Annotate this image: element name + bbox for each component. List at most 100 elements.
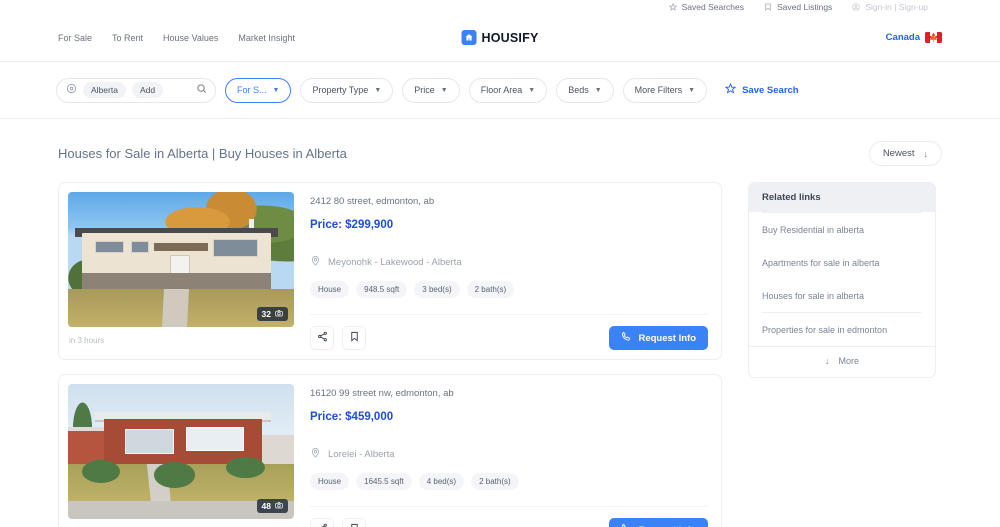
filter-beds[interactable]: Beds ▼ bbox=[556, 77, 614, 103]
camera-icon bbox=[275, 309, 283, 319]
bookmark-icon bbox=[349, 521, 360, 527]
photo-count-value: 32 bbox=[261, 309, 271, 319]
related-links-panel: Related links Buy Residential in alberta… bbox=[748, 182, 936, 378]
share-icon bbox=[317, 329, 328, 347]
filter-for-sale-label: For S... bbox=[237, 85, 267, 95]
chevron-down-icon: ▼ bbox=[528, 86, 536, 94]
nav-item-market-insight[interactable]: Market Insight bbox=[238, 33, 295, 43]
listing-photo[interactable]: 32 bbox=[68, 192, 294, 327]
related-link[interactable]: Buy Residential in alberta bbox=[762, 213, 922, 246]
photo-count-value: 48 bbox=[261, 501, 271, 511]
listing-card[interactable]: 48 in 3 hours bbox=[58, 374, 722, 527]
listing-address: 16120 99 street nw, edmonton, ab bbox=[310, 388, 454, 399]
location-pin-icon bbox=[310, 445, 321, 463]
save-listing-button[interactable] bbox=[342, 518, 366, 527]
nav-item-to-rent[interactable]: To Rent bbox=[112, 33, 143, 43]
related-link[interactable]: Houses for sale in alberta bbox=[762, 279, 922, 312]
photo-count-badge: 48 bbox=[256, 499, 288, 513]
listing-card[interactable]: 32 in 3 hours 2412 80 street, edmonton, … bbox=[58, 182, 722, 360]
save-search-button[interactable]: Save Search bbox=[724, 82, 799, 97]
nav-item-house-values[interactable]: House Values bbox=[163, 33, 218, 43]
camera-icon bbox=[275, 501, 283, 511]
search-input[interactable]: Alberta Add bbox=[56, 77, 216, 103]
listing-location: Lorelei - Alberta bbox=[328, 448, 395, 460]
user-icon bbox=[852, 3, 860, 11]
save-search-label: Save Search bbox=[742, 84, 799, 96]
sign-in-sign-up-link[interactable]: Sign-in | Sign-up bbox=[852, 2, 928, 12]
canada-flag-icon: 🍁 bbox=[925, 32, 942, 43]
tag-beds: 4 bed(s) bbox=[418, 473, 465, 490]
page-title: Houses for Sale in Alberta | Buy Houses … bbox=[58, 146, 347, 161]
logo-text: HOUSIFY bbox=[481, 30, 539, 45]
listing-results: 32 in 3 hours 2412 80 street, edmonton, … bbox=[58, 182, 722, 527]
listing-details: 2412 80 street, edmonton, ab Price: $299… bbox=[294, 192, 712, 350]
save-listing-button[interactable] bbox=[342, 326, 366, 350]
content-area: Houses for Sale in Alberta | Buy Houses … bbox=[0, 119, 1000, 527]
related-links-list: Buy Residential in alberta Apartments fo… bbox=[749, 212, 935, 346]
country-selector[interactable]: Canada 🍁 bbox=[886, 32, 942, 43]
listing-details: 16120 99 street nw, edmonton, ab Price: … bbox=[294, 384, 712, 527]
filter-floor-area[interactable]: Floor Area ▼ bbox=[468, 77, 548, 103]
main-nav: For Sale To Rent House Values Market Ins… bbox=[58, 33, 295, 43]
search-chip-add[interactable]: Add bbox=[131, 82, 164, 98]
listing-actions: Request Info bbox=[310, 506, 708, 527]
chevron-down-icon: ▼ bbox=[440, 86, 448, 94]
sort-dropdown[interactable]: Newest ↓ bbox=[868, 141, 942, 166]
related-links-title: Related links bbox=[749, 183, 935, 212]
listing-photo[interactable]: 48 bbox=[68, 384, 294, 519]
nav-item-for-sale[interactable]: For Sale bbox=[58, 33, 92, 43]
filter-bar: Alberta Add For S... ▼ Property Type ▼ P… bbox=[0, 62, 1000, 119]
listing-timestamp: in 3 hours bbox=[69, 336, 105, 345]
listing-price: Price: $299,900 bbox=[310, 219, 394, 231]
related-link[interactable]: Apartments for sale in alberta bbox=[762, 246, 922, 279]
chevron-down-icon: ▼ bbox=[688, 86, 696, 94]
listing-location-row: Meyonohk - Lakewood - Alberta bbox=[310, 253, 708, 271]
saved-searches-label: Saved Searches bbox=[681, 2, 745, 12]
request-info-button[interactable]: Request Info bbox=[609, 518, 708, 527]
related-link[interactable]: Properties for sale in edmonton bbox=[762, 313, 922, 346]
related-links-more-button[interactable]: ↓ More bbox=[749, 346, 935, 377]
filter-property-type[interactable]: Property Type ▼ bbox=[300, 77, 394, 103]
listing-tags: House 948.5 sqft 3 bed(s) 2 bath(s) bbox=[310, 281, 708, 298]
tag-property-type: House bbox=[310, 281, 350, 298]
filter-beds-label: Beds bbox=[568, 85, 589, 95]
site-logo[interactable]: HOUSIFY bbox=[461, 30, 539, 45]
location-pin-icon bbox=[66, 81, 77, 99]
sign-in-label: Sign-in | Sign-up bbox=[865, 2, 928, 12]
saved-searches-link[interactable]: Saved Searches bbox=[668, 2, 745, 12]
utility-bar: Saved Searches Saved Listings Sign-in | … bbox=[0, 0, 1000, 14]
chevron-down-icon: ▼ bbox=[272, 86, 280, 94]
country-label: Canada bbox=[885, 32, 920, 43]
phone-icon bbox=[621, 331, 632, 345]
request-info-button[interactable]: Request Info bbox=[609, 326, 708, 350]
bookmark-icon bbox=[349, 329, 360, 347]
arrow-down-icon: ↓ bbox=[824, 356, 830, 366]
share-button[interactable] bbox=[310, 326, 334, 350]
star-icon bbox=[724, 82, 737, 97]
page-root: Saved Searches Saved Listings Sign-in | … bbox=[0, 0, 1000, 527]
saved-listings-label: Saved Listings bbox=[777, 2, 833, 12]
tag-baths: 2 bath(s) bbox=[466, 281, 515, 298]
request-info-label: Request Info bbox=[638, 332, 696, 344]
filter-price-label: Price bbox=[414, 85, 435, 95]
share-icon bbox=[317, 521, 328, 527]
share-button[interactable] bbox=[310, 518, 334, 527]
tag-beds: 3 bed(s) bbox=[414, 281, 460, 298]
location-pin-icon bbox=[310, 253, 321, 271]
phone-icon bbox=[621, 523, 632, 527]
filter-more-filters[interactable]: More Filters ▼ bbox=[622, 77, 708, 103]
filter-price[interactable]: Price ▼ bbox=[402, 77, 460, 103]
chevron-down-icon: ▼ bbox=[374, 86, 382, 94]
tag-floor-area: 1645.5 sqft bbox=[356, 473, 412, 490]
listing-tags: House 1645.5 sqft 4 bed(s) 2 bath(s) bbox=[310, 473, 708, 490]
chevron-down-icon: ▼ bbox=[594, 86, 602, 94]
saved-listings-link[interactable]: Saved Listings bbox=[764, 2, 832, 12]
listing-location-row: Lorelei - Alberta bbox=[310, 445, 708, 463]
listing-location: Meyonohk - Lakewood - Alberta bbox=[328, 256, 462, 268]
listing-address: 2412 80 street, edmonton, ab bbox=[310, 196, 435, 207]
search-chip-location[interactable]: Alberta bbox=[83, 82, 126, 98]
search-icon[interactable] bbox=[196, 81, 207, 99]
filter-for-sale[interactable]: For S... ▼ bbox=[225, 77, 292, 103]
house-logo-icon bbox=[461, 30, 477, 45]
filter-floor-area-label: Floor Area bbox=[480, 85, 523, 95]
